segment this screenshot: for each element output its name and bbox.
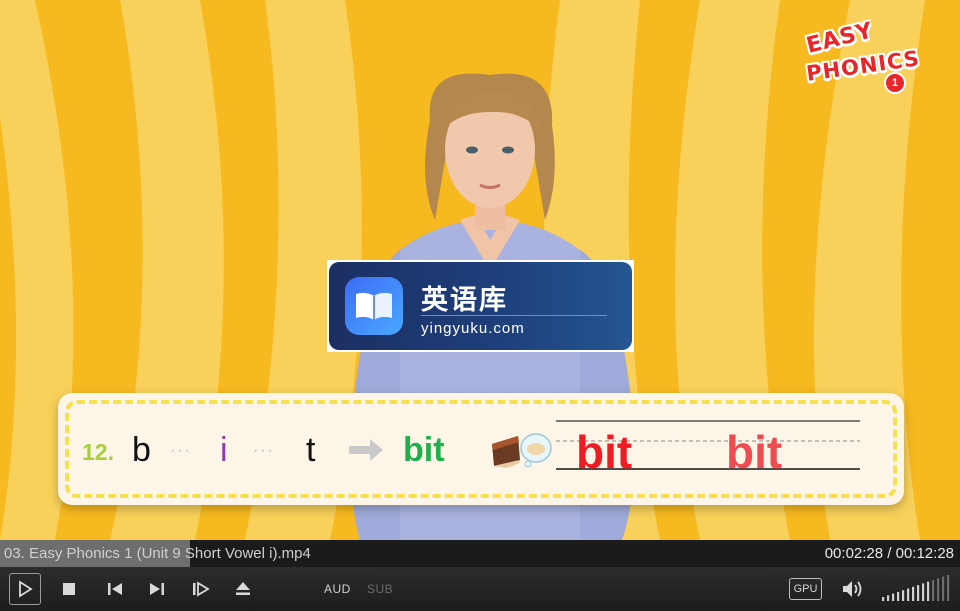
letter-t: t [306,431,316,469]
yingyuku-watermark: 英语库 yingyuku.com [327,260,634,352]
subtitle-button[interactable]: SUB [367,582,393,596]
video-frame[interactable]: EASY PHONICS 1 英语库 yingyuku.com 12. b ··… [0,0,960,540]
speaker-icon [843,581,862,597]
play-icon [19,580,33,598]
handwriting-word-1: bit [576,426,633,478]
previous-icon [108,583,122,595]
lesson-card: 12. b ··· i ··· t bit bit bit [58,393,904,505]
next-button[interactable] [146,567,168,611]
bitten-cake-icon [492,433,552,468]
volume-bar[interactable] [887,595,890,601]
volume-bar[interactable] [912,586,915,601]
previous-button[interactable] [104,567,126,611]
frame-step-button[interactable] [190,567,212,611]
frame-step-icon [193,581,210,597]
volume-bar[interactable] [937,578,940,601]
volume-bar[interactable] [902,590,905,601]
blended-word: bit [403,431,445,469]
time-display[interactable]: 00:02:28 / 00:12:28 [825,545,954,562]
separator-dots: ··· [170,442,192,459]
volume-bar[interactable] [927,581,930,601]
volume-bar[interactable] [932,580,935,601]
easy-phonics-logo: EASY PHONICS 1 [800,18,921,94]
play-button[interactable] [9,573,41,605]
mute-button[interactable] [840,567,866,611]
logo-badge: 1 [884,72,906,94]
next-icon [150,583,164,595]
lesson-number: 12. [82,439,114,465]
letter-i: i [220,431,228,469]
watermark-app-name: 英语库 [421,285,508,315]
stop-button[interactable] [58,567,80,611]
handwriting-word-2: bit [726,426,783,478]
gpu-toggle[interactable]: GPU [789,578,822,600]
eject-icon [236,582,250,595]
volume-bar[interactable] [917,585,920,601]
volume-bar[interactable] [897,591,900,601]
media-player-window: EASY PHONICS 1 英语库 yingyuku.com 12. b ··… [0,0,960,611]
info-bar: 03. Easy Phonics 1 (Unit 9 Short Vowel i… [0,540,960,567]
watermark-url: yingyuku.com [421,320,525,337]
eject-button[interactable] [232,567,254,611]
separator-dots: ··· [253,442,275,459]
volume-slider[interactable] [880,575,952,603]
letter-b: b [132,431,151,469]
volume-bar[interactable] [947,575,950,601]
file-name: 03. Easy Phonics 1 (Unit 9 Short Vowel i… [4,545,311,562]
volume-bar[interactable] [892,593,895,601]
control-bar: AUD SUB GPU [0,567,960,611]
audio-track-button[interactable]: AUD [324,582,351,596]
arrow-right-icon [349,439,383,461]
volume-bar[interactable] [907,588,910,602]
volume-bar[interactable] [882,597,885,601]
volume-bar[interactable] [922,583,925,601]
stop-icon [63,583,75,595]
volume-bar[interactable] [942,576,945,601]
watermark-divider [421,315,607,316]
open-book-icon [345,277,403,335]
